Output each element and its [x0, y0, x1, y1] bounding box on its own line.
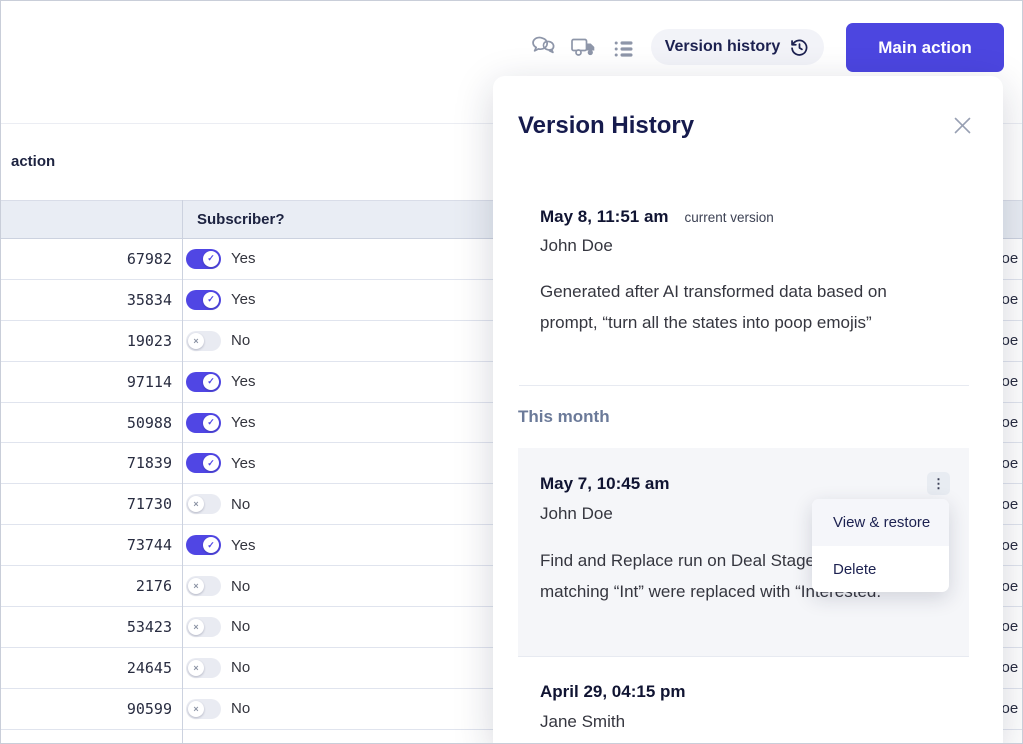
changelog-button[interactable]	[609, 34, 639, 64]
entry-2-author: John Doe	[540, 504, 613, 524]
entry-3-author: Jane Smith	[540, 712, 625, 732]
subscriber-toggle[interactable]: ✓	[186, 535, 221, 555]
row-id-cell: 50988	[1, 414, 172, 432]
toggle-knob-icon: ×	[188, 496, 204, 512]
entry-1-date: May 8, 11:51 am	[540, 207, 669, 227]
main-action-button-label: Main action	[878, 38, 972, 58]
toggle-knob-icon: ✓	[203, 537, 219, 553]
entry-3-date: April 29, 04:15 pm	[540, 682, 686, 702]
chat-button[interactable]	[529, 32, 559, 62]
entry-1-author: John Doe	[540, 236, 613, 256]
app-window: Version history Main action action Subsc…	[0, 0, 1023, 744]
entry-2-menu-button[interactable]: ⋮	[927, 472, 950, 495]
toggle-knob-icon: ×	[188, 619, 204, 635]
menu-item-delete[interactable]: Delete	[812, 546, 949, 592]
subscriber-toggle[interactable]: ×	[186, 331, 221, 351]
subscriber-value-label: No	[231, 618, 250, 635]
subscriber-toggle[interactable]: ✓	[186, 290, 221, 310]
subscriber-toggle[interactable]: ✓	[186, 413, 221, 433]
subscriber-toggle[interactable]: ✓	[186, 453, 221, 473]
subscriber-value-label: No	[231, 700, 250, 717]
subscriber-toggle[interactable]: ×	[186, 494, 221, 514]
toggle-knob-icon: ✓	[203, 292, 219, 308]
version-history-button[interactable]: Version history	[651, 29, 824, 65]
entry-1-header: May 8, 11:51 am current version	[540, 207, 774, 227]
row-id-cell: 67982	[1, 250, 172, 268]
subscriber-value-label: Yes	[231, 291, 255, 308]
chat-bubbles-icon	[530, 34, 558, 60]
toggle-knob-icon: ×	[188, 701, 204, 717]
subscriber-toggle[interactable]: ×	[186, 576, 221, 596]
toggle-knob-icon: ×	[188, 333, 204, 349]
section-label: This month	[518, 407, 610, 427]
subscriber-value-label: Yes	[231, 455, 255, 472]
entry-2-header: May 7, 10:45 am	[540, 474, 669, 494]
toggle-knob-icon: ×	[188, 578, 204, 594]
row-id-cell: 24645	[1, 659, 172, 677]
subscriber-toggle[interactable]: ×	[186, 617, 221, 637]
close-panel-button[interactable]	[951, 114, 973, 136]
panel-title: Version History	[518, 112, 694, 140]
subscriber-toggle[interactable]: ×	[186, 658, 221, 678]
subscriber-value-label: No	[231, 578, 250, 595]
subscriber-value-label: Yes	[231, 250, 255, 267]
action-label: action	[11, 153, 55, 170]
toggle-knob-icon: ✓	[203, 415, 219, 431]
entry-3-header: April 29, 04:15 pm	[540, 682, 686, 702]
close-icon	[953, 116, 972, 135]
kebab-icon: ⋮	[932, 477, 945, 490]
row-id-cell: 71839	[1, 454, 172, 472]
row-id-cell: 97114	[1, 373, 172, 391]
changelog-list-icon	[613, 38, 635, 60]
toggle-knob-icon: ✓	[203, 374, 219, 390]
truck-icon	[570, 34, 598, 60]
row-id-cell: 19023	[1, 332, 172, 350]
row-id-cell: 53423	[1, 618, 172, 636]
version-history-button-label: Version history	[665, 38, 781, 56]
subscriber-value-label: Yes	[231, 537, 255, 554]
subscriber-value-label: No	[231, 496, 250, 513]
subscriber-column-header[interactable]: Subscriber?	[197, 201, 285, 238]
delivery-button[interactable]	[569, 32, 599, 62]
version-history-panel: Version History May 8, 11:51 am current …	[493, 76, 1003, 744]
toggle-knob-icon: ✓	[203, 251, 219, 267]
history-clock-icon	[789, 37, 810, 58]
current-version-badge: current version	[685, 210, 774, 225]
entry-1-description: Generated after AI transformed data base…	[540, 276, 918, 338]
row-id-cell: 73744	[1, 536, 172, 554]
subscriber-toggle[interactable]: ×	[186, 699, 221, 719]
entry-2-date: May 7, 10:45 am	[540, 474, 669, 494]
subscriber-value-label: No	[231, 332, 250, 349]
column-divider	[182, 200, 183, 743]
row-id-cell: 2176	[1, 577, 172, 595]
row-id-cell: 35834	[1, 291, 172, 309]
menu-item-view-restore[interactable]: View & restore	[812, 499, 949, 546]
row-id-cell: 71730	[1, 495, 172, 513]
row-id-cell: 90599	[1, 700, 172, 718]
toggle-knob-icon: ×	[188, 660, 204, 676]
subscriber-toggle[interactable]: ✓	[186, 249, 221, 269]
subscriber-value-label: Yes	[231, 414, 255, 431]
subscriber-value-label: No	[231, 659, 250, 676]
panel-divider	[519, 385, 969, 386]
subscriber-toggle[interactable]: ✓	[186, 372, 221, 392]
entry-context-menu: View & restore Delete	[812, 499, 949, 592]
subscriber-value-label: Yes	[231, 373, 255, 390]
main-action-button[interactable]: Main action	[846, 23, 1004, 72]
toggle-knob-icon: ✓	[203, 455, 219, 471]
